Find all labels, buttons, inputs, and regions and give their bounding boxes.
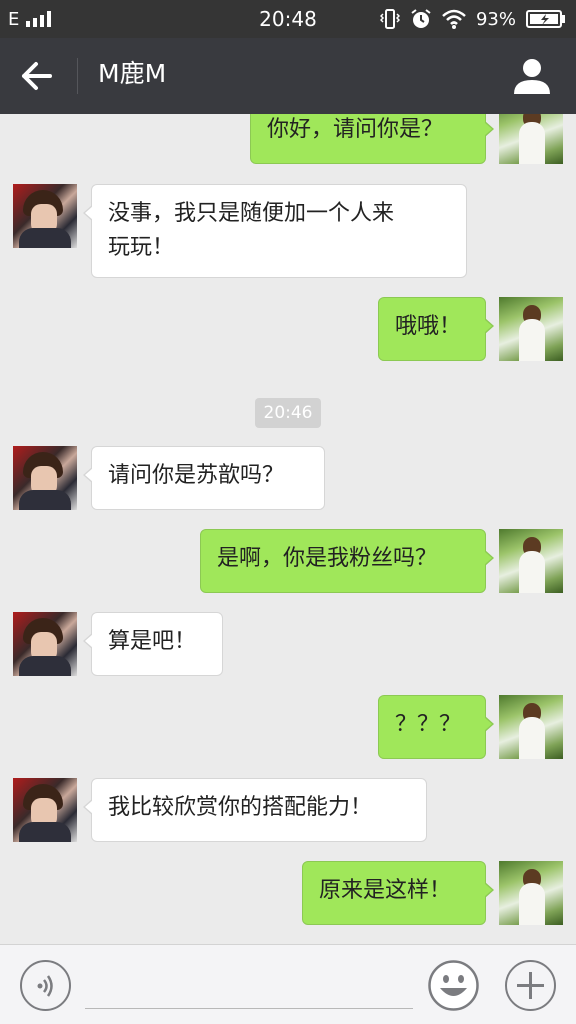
wifi-icon [442,9,466,29]
incoming-bubble[interactable]: 我比较欣赏你的搭配能力！ [83,778,427,842]
incoming-bubble[interactable]: 请问你是苏歆吗？ [83,446,325,510]
my-avatar[interactable] [499,861,563,925]
header-divider [77,58,78,94]
chat-header: M鹿M [0,38,576,114]
status-bar: E 20:48 93% [0,0,576,38]
battery-icon [526,10,565,28]
message-input[interactable] [85,961,413,1009]
my-avatar[interactable] [499,114,563,164]
status-icons: 93% [379,7,566,31]
incoming-bubble[interactable]: 算是吧！ [83,612,223,676]
emoji-icon[interactable] [428,960,479,1011]
more-button[interactable] [505,960,556,1011]
outgoing-bubble[interactable]: 原来是这样！ [302,861,494,925]
vibrate-icon [379,9,400,29]
outgoing-bubble[interactable]: 哦哦！ [378,297,494,361]
contact-avatar[interactable] [13,184,77,248]
battery-percent: 93% [475,8,516,30]
alarm-icon [411,9,431,28]
outgoing-bubble[interactable]: ？？？ [378,695,494,759]
person-icon[interactable] [512,56,552,96]
my-avatar[interactable] [499,695,563,759]
contact-avatar[interactable] [13,778,77,842]
message-timestamp: 20:46 [255,398,321,428]
contact-avatar[interactable] [13,612,77,676]
chat-area[interactable]: 你好，请问你是？ 没事，我只是随便加一个人来 玩玩！ 哦哦！ 20:46 请问你… [0,114,576,944]
contact-avatar[interactable] [13,446,77,510]
back-arrow-icon[interactable] [18,58,58,94]
chat-title: M鹿M [98,59,167,88]
outgoing-bubble[interactable]: 你好，请问你是？ [250,114,494,164]
outgoing-bubble[interactable]: 是啊，你是我粉丝吗？ [200,529,494,593]
plus-icon [517,972,544,999]
voice-button[interactable] [20,960,71,1011]
voice-icon [37,975,53,997]
my-avatar[interactable] [499,529,563,593]
my-avatar[interactable] [499,297,563,361]
input-bar [0,944,576,1024]
incoming-bubble[interactable]: 没事，我只是随便加一个人来 玩玩！ [83,184,467,278]
